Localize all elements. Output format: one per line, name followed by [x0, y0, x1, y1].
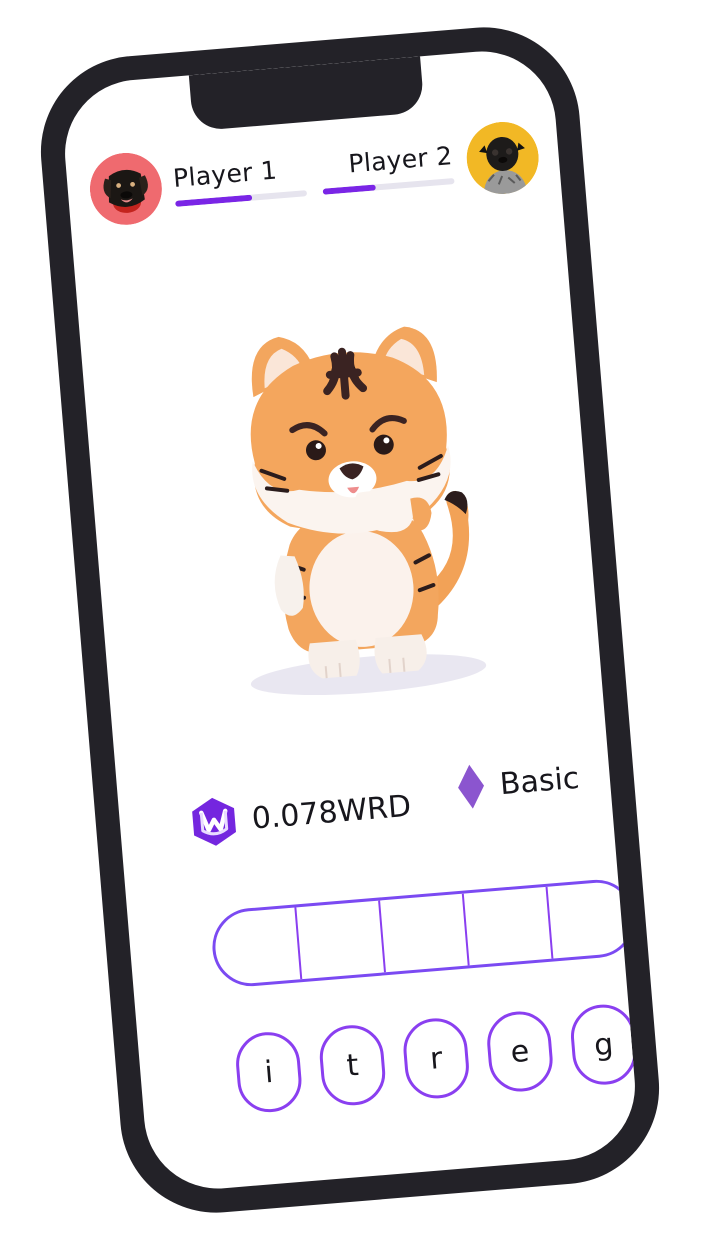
letter-tile-3[interactable]: r [401, 1015, 472, 1101]
letter-tile-2[interactable]: t [317, 1022, 388, 1108]
wrd-token-icon [192, 797, 236, 846]
answer-slot-1[interactable] [213, 908, 301, 986]
phone-notch [188, 56, 425, 132]
phone-frame: Player 1 Player 2 0.078WRD Basic i t r e… [33, 19, 667, 1221]
stats-row: 0.078WRD Basic [118, 760, 608, 846]
diamond-icon [458, 764, 485, 809]
player-2-card: Player 2 [318, 119, 541, 209]
pug-icon [466, 121, 539, 196]
player-2-progress-bar [322, 177, 455, 195]
letter-tile-1[interactable]: i [233, 1029, 304, 1115]
game-screen: Player 1 Player 2 0.078WRD Basic i t r e… [59, 45, 641, 1195]
letter-tiles: i t r e g [233, 1002, 639, 1115]
answer-slot-4[interactable] [461, 886, 552, 966]
player-2-avatar [464, 119, 542, 197]
tiger-mascot [208, 293, 500, 713]
player-2-name: Player 2 [347, 140, 454, 179]
dog-icon [89, 152, 162, 225]
player-2-info: Player 2 [320, 141, 455, 195]
player-1-progress-fill [175, 194, 252, 207]
answer-slot-5[interactable] [545, 879, 636, 959]
player-1-name: Player 1 [172, 155, 279, 193]
answer-slot-2[interactable] [294, 900, 384, 980]
letter-tile-5[interactable]: g [568, 1002, 639, 1088]
letter-tile-4[interactable]: e [484, 1009, 556, 1095]
player-1-progress-bar [175, 189, 308, 207]
tiger-icon [250, 326, 487, 696]
answer-slot-3[interactable] [378, 893, 468, 973]
player-2-progress-fill [322, 183, 376, 195]
player-1-card: Player 1 [87, 138, 308, 227]
answer-box [209, 876, 639, 990]
player-1-avatar [87, 150, 165, 228]
tier-badge: Basic [454, 754, 581, 812]
player-1-info: Player 1 [172, 153, 308, 207]
tier-label: Basic [498, 760, 581, 802]
token-balance: 0.078WRD [188, 780, 413, 850]
stage: Player 1 Player 2 0.078WRD Basic i t r e… [0, 0, 723, 1245]
token-amount: 0.078WRD [250, 788, 413, 837]
